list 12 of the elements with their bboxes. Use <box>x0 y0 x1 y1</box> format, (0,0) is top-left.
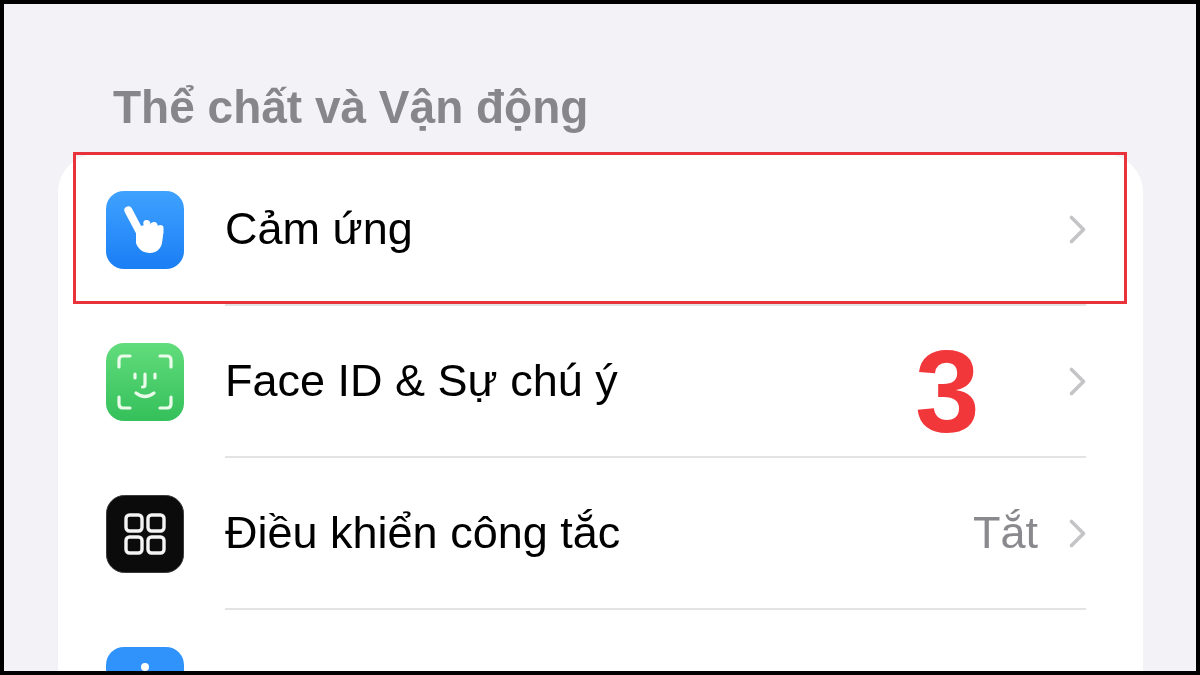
menu-item-label[interactable]: Cảm ứng <box>225 202 413 256</box>
menu-item-label[interactable]: Face ID & Sự chú ý <box>225 354 618 408</box>
hand-pointer-icon <box>106 191 184 269</box>
step-number: 3 <box>915 334 980 450</box>
row-value: Tắt <box>972 506 1038 560</box>
face-scan-icon <box>106 343 184 421</box>
grid-squares-icon <box>106 495 184 573</box>
chevron-right-icon <box>1069 214 1086 244</box>
menu-item-label[interactable]: Điều khiển công tắc <box>225 506 621 560</box>
chevron-right-icon <box>1069 366 1086 396</box>
chevron-right-icon <box>1069 518 1086 548</box>
section-title: Thể chất và Vận động <box>113 80 589 134</box>
